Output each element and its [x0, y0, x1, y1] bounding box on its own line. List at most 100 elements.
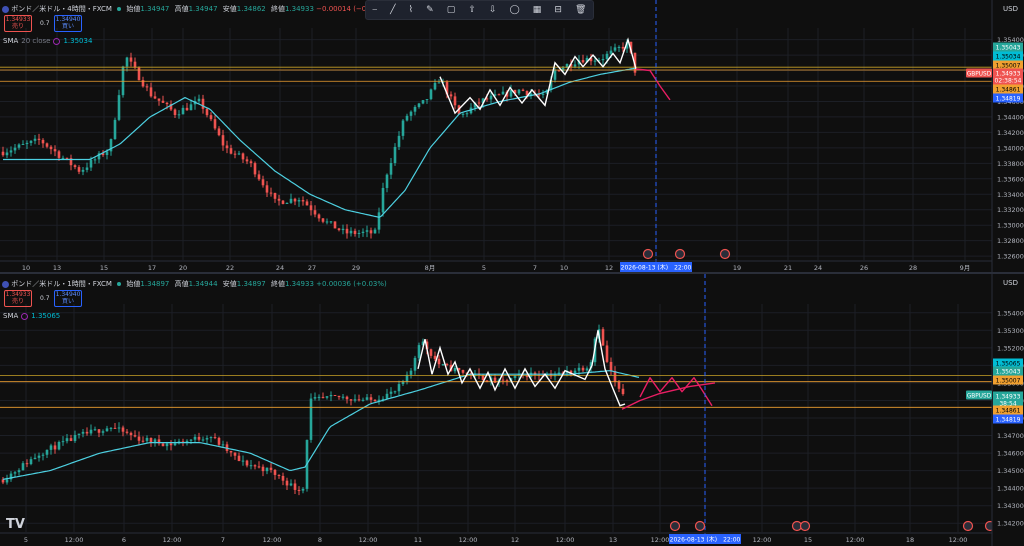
- brush-icon[interactable]: ✎: [426, 5, 434, 15]
- candle: [245, 460, 249, 466]
- sell-price: 1.34933: [5, 16, 31, 23]
- candle: [421, 100, 425, 104]
- candle: [49, 146, 53, 150]
- sell-button[interactable]: 1.34933 売り: [4, 15, 32, 32]
- buy-button[interactable]: 1.34940 買い: [54, 15, 82, 32]
- price-tick-label: 1.32600: [997, 253, 1024, 261]
- annotation-projection: [635, 68, 671, 101]
- rectangle-icon[interactable]: ▢: [447, 5, 456, 15]
- long-position-icon[interactable]: ⇧: [468, 5, 476, 15]
- high-value: 1.34944: [188, 280, 218, 288]
- price-tick-label: 1.34200: [997, 520, 1024, 528]
- currency-label[interactable]: USD: [1003, 5, 1018, 13]
- candle: [45, 143, 49, 147]
- close-value: 1.34933: [284, 280, 314, 288]
- candle: [229, 450, 233, 453]
- ruler-icon[interactable]: ⊟: [554, 5, 562, 15]
- sma-legend[interactable]: SMA 20 close 1.35034: [3, 37, 92, 45]
- chart-pane-1h[interactable]: 1.354001.353001.352001.351001.350001.349…: [0, 274, 1024, 546]
- candle: [601, 329, 605, 346]
- candle: [605, 345, 609, 362]
- candle: [145, 437, 149, 441]
- candle: [273, 192, 277, 199]
- chart-canvas-4h[interactable]: 1.354001.352001.350001.348001.346001.344…: [0, 0, 1024, 272]
- candle: [233, 452, 237, 456]
- open-label: 始値: [126, 5, 141, 13]
- candle: [41, 454, 45, 456]
- price-tag-label: 1.34819: [996, 95, 1021, 102]
- open-value: 1.34947: [140, 5, 170, 13]
- time-tick-label: 19: [733, 264, 741, 272]
- path-icon[interactable]: ⌇: [409, 5, 413, 15]
- candle: [365, 230, 369, 232]
- chart-canvas-1h[interactable]: 1.354001.353001.352001.351001.350001.349…: [0, 274, 1024, 546]
- time-tick-label: 13: [609, 536, 617, 544]
- candle: [205, 108, 209, 116]
- settings-icon[interactable]: [53, 37, 61, 45]
- spread-value: 0.7: [40, 295, 50, 302]
- candle: [17, 470, 21, 473]
- candle: [93, 429, 97, 431]
- candle: [409, 370, 413, 375]
- sma-legend[interactable]: SMA 1.35065: [3, 312, 60, 320]
- candle: [237, 455, 241, 462]
- chart-header-1h: ポンド／米ドル・1時間・FXCM 始値1.34897 高値1.34944 安値1…: [2, 279, 387, 289]
- candle: [289, 198, 293, 203]
- candle: [617, 46, 621, 48]
- time-tick-label: 12:00: [65, 536, 84, 544]
- trend-line-icon[interactable]: ╱: [390, 5, 395, 15]
- circle-icon[interactable]: ◯: [510, 5, 520, 15]
- candle: [197, 98, 201, 102]
- time-tick-label: 27: [308, 264, 316, 272]
- time-tick-label: 18: [906, 536, 914, 544]
- currency-label[interactable]: USD: [1003, 279, 1018, 287]
- candle: [49, 445, 53, 450]
- candle: [297, 200, 301, 202]
- candle: [521, 89, 525, 91]
- crosshair-time-label: 2026-08-13 (木) 22:00: [621, 264, 692, 272]
- candle: [9, 150, 13, 153]
- chart-header-4h: ポンド／米ドル・4時間・FXCM 始値1.34947 高値1.34947 安値1…: [2, 4, 387, 14]
- economic-event-icon: [962, 520, 974, 532]
- buy-label: 買い: [61, 298, 74, 305]
- candle: [369, 230, 373, 234]
- candle: [285, 480, 289, 486]
- candle: [133, 435, 137, 437]
- sell-price: 1.34933: [5, 291, 31, 298]
- candle: [341, 228, 345, 231]
- symbol-title: ポンド／米ドル・1時間・FXCM: [11, 280, 112, 288]
- candle: [301, 200, 305, 202]
- calendar-icon[interactable]: ▦: [533, 5, 542, 15]
- tradingview-logo[interactable]: TV: [6, 517, 25, 532]
- candle: [237, 153, 241, 155]
- chart-pane-4h[interactable]: 1.354001.352001.350001.348001.346001.344…: [0, 0, 1024, 272]
- candle: [297, 489, 301, 491]
- candle: [169, 443, 173, 446]
- candle: [317, 214, 321, 219]
- candle: [201, 439, 205, 441]
- settings-icon[interactable]: [21, 312, 29, 320]
- candle: [293, 483, 297, 490]
- low-label: 安値: [222, 280, 237, 288]
- buy-button[interactable]: 1.34940 買い: [54, 290, 82, 307]
- candle: [349, 230, 353, 234]
- candle: [33, 138, 37, 141]
- candle: [97, 429, 101, 433]
- candle: [437, 82, 441, 84]
- horizontal-line-icon[interactable]: ⎯: [373, 5, 378, 15]
- candle: [53, 149, 57, 152]
- price-tag-label: 1.34861: [996, 407, 1021, 414]
- candle: [113, 427, 117, 429]
- candle: [153, 96, 157, 99]
- candle: [385, 174, 389, 188]
- candle: [305, 201, 309, 206]
- candle: [217, 437, 221, 445]
- trash-icon[interactable]: 🗑: [575, 5, 586, 15]
- candle: [353, 399, 357, 401]
- candle: [209, 115, 213, 120]
- candle: [309, 205, 313, 211]
- short-position-icon[interactable]: ⇩: [489, 5, 497, 15]
- sell-button[interactable]: 1.34933 売り: [4, 290, 32, 307]
- price-tick-label: 1.35200: [997, 344, 1024, 352]
- candle: [109, 427, 113, 429]
